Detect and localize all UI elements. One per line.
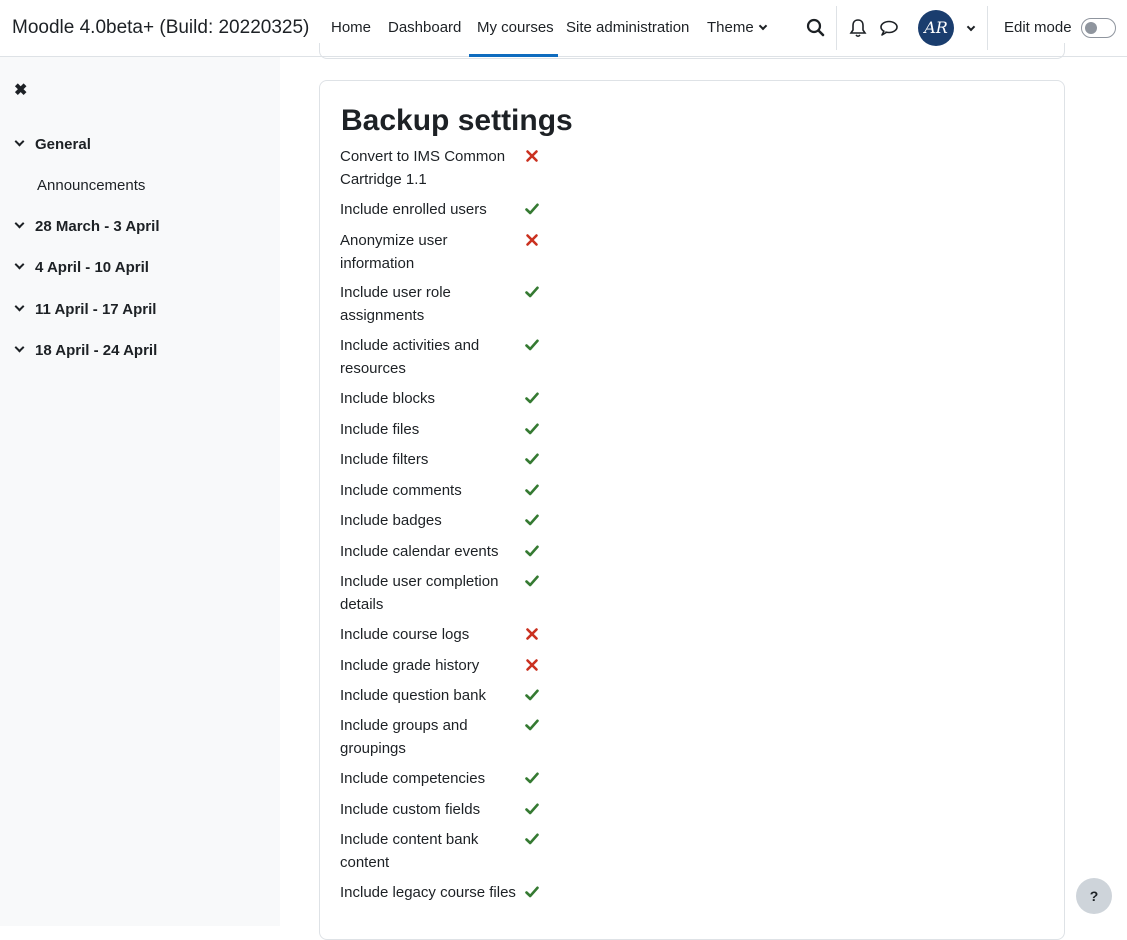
user-avatar[interactable]: AR [918,10,954,46]
edit-mode-label: Edit mode [1004,19,1072,36]
setting-label: Include groups and groupings [340,717,468,757]
help-button[interactable]: ? [1076,878,1112,914]
setting-label: Include files [340,421,420,438]
check-icon [525,574,539,588]
setting-label: Include filters [340,451,429,468]
chevron-down-icon [758,21,767,31]
chevron-down-icon[interactable] [14,342,25,353]
chat-bubble-icon[interactable] [877,16,901,40]
check-icon [525,338,539,352]
setting-label: Include blocks [340,390,436,407]
check-icon [525,885,539,899]
section-title: 4 April - 10 April [35,259,149,276]
nav-site-administration[interactable]: Site administration [566,19,689,36]
user-menu-chevron-icon[interactable] [966,22,976,32]
page-heading: Backup settings [341,104,573,137]
cross-icon [525,233,539,247]
setting-label: Include calendar events [340,543,499,560]
edit-mode-toggle[interactable] [1081,18,1116,38]
setting-label: Convert to IMS Common Cartridge 1.1 [340,148,506,188]
check-icon [525,513,539,527]
setting-label: Include question bank [340,687,486,704]
nav-theme-label: Theme [707,19,754,36]
chevron-down-icon[interactable] [14,301,25,312]
check-icon [525,688,539,702]
nav-dashboard[interactable]: Dashboard [388,19,461,36]
course-index-item-announcements[interactable]: Announcements [37,177,145,194]
section-title: 11 April - 17 April [35,301,157,318]
setting-label: Include content bank content [340,831,479,871]
chevron-down-icon[interactable] [14,259,25,270]
section-general[interactable]: General [14,136,91,153]
cross-icon [525,658,539,672]
setting-label: Include user completion details [340,573,499,613]
check-icon [525,718,539,732]
section-week-4[interactable]: 18 April - 24 April [14,342,158,359]
section-week-1[interactable]: 28 March - 3 April [14,218,160,235]
cross-icon [525,149,539,163]
setting-label: Include grade history [340,657,480,674]
nav-theme[interactable]: Theme [707,19,767,36]
setting-label: Include comments [340,482,462,499]
section-week-2[interactable]: 4 April - 10 April [14,259,149,276]
setting-label: Include activities and resources [340,337,480,377]
setting-label: Include legacy course files [340,884,516,901]
setting-label: Anonymize user information [340,232,448,272]
setting-label: Include course logs [340,626,470,643]
check-icon [525,391,539,405]
previous-card-bottom [319,43,1065,59]
setting-label: Include competencies [340,770,486,787]
bell-icon[interactable] [846,16,870,40]
setting-label: Include badges [340,512,442,529]
cross-icon [525,627,539,641]
chevron-down-icon[interactable] [14,136,25,147]
check-icon [525,422,539,436]
close-icon[interactable]: ✖ [14,80,27,100]
nav-my-courses[interactable]: My courses [477,19,554,36]
check-icon [525,544,539,558]
check-icon [525,832,539,846]
section-title: 28 March - 3 April [35,218,160,235]
section-title: General [35,136,91,153]
check-icon [525,771,539,785]
setting-label: Include user role assignments [340,284,451,324]
nav-home[interactable]: Home [331,19,371,36]
setting-label: Include enrolled users [340,201,487,218]
check-icon [525,802,539,816]
site-name[interactable]: Moodle 4.0beta+ (Build: 20220325) [12,17,309,39]
search-icon[interactable] [804,16,828,40]
setting-label: Include custom fields [340,801,481,818]
chevron-down-icon[interactable] [14,218,25,229]
check-icon [525,483,539,497]
check-icon [525,452,539,466]
section-title: 18 April - 24 April [35,342,158,359]
toggle-knob [1085,22,1097,34]
check-icon [525,285,539,299]
section-week-3[interactable]: 11 April - 17 April [14,301,157,318]
check-icon [525,202,539,216]
